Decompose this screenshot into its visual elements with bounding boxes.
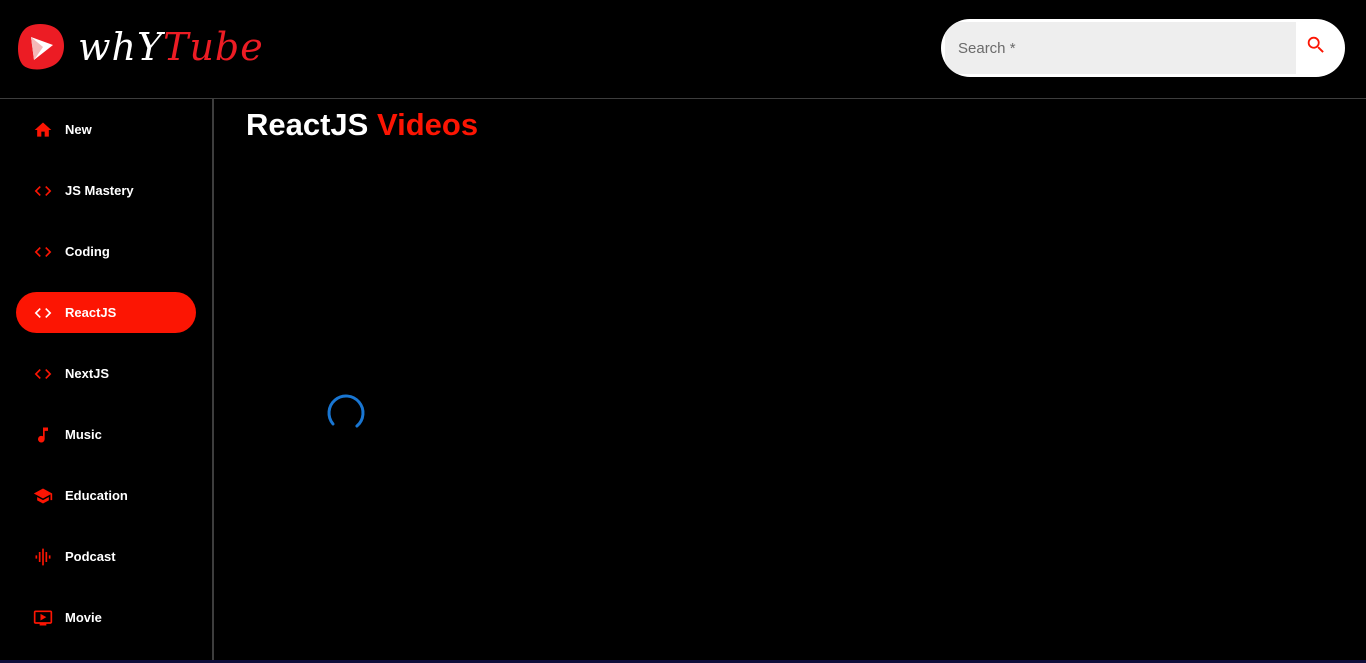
code-icon <box>32 302 54 324</box>
brand-logo-link[interactable]: whYTube <box>14 20 264 74</box>
sidebar-item-label: NextJS <box>65 366 110 381</box>
app-header: whYTube <box>0 0 1366 99</box>
sidebar-item-nextjs[interactable]: NextJS <box>16 353 196 394</box>
page-title-category: ReactJS <box>246 107 369 142</box>
sidebar-item-label: Education <box>65 488 128 503</box>
loading-spinner-icon <box>327 394 365 432</box>
category-sidebar: New JS Mastery Coding ReactJS NextJS Mus… <box>0 99 214 663</box>
sidebar-item-label: Movie <box>65 610 102 625</box>
sidebar-item-label: New <box>65 122 92 137</box>
sidebar-item-js-mastery[interactable]: JS Mastery <box>16 170 196 211</box>
sidebar-item-label: JS Mastery <box>65 183 134 198</box>
graphic-eq-icon <box>32 546 54 568</box>
music-note-icon <box>32 424 54 446</box>
search-icon <box>1307 36 1324 53</box>
tv-icon <box>32 607 54 629</box>
sidebar-item-coding[interactable]: Coding <box>16 231 196 272</box>
logo-icon <box>18 24 64 70</box>
search-bar <box>941 19 1345 77</box>
sidebar-item-label: Podcast <box>65 549 116 564</box>
sidebar-item-label: Coding <box>65 244 110 259</box>
brand-name-prefix: whY <box>78 25 164 69</box>
page-title-suffix: Videos <box>376 107 479 142</box>
home-icon <box>32 119 54 141</box>
page-title: ReactJS Videos <box>246 107 478 143</box>
brand-name-suffix: Tube <box>163 25 264 69</box>
sidebar-item-music[interactable]: Music <box>16 414 196 455</box>
code-icon <box>32 363 54 385</box>
brand-name: whYTube <box>78 28 264 66</box>
search-input[interactable] <box>945 22 1296 74</box>
sidebar-item-label: Music <box>65 427 102 442</box>
sidebar-item-label: ReactJS <box>65 305 117 320</box>
sidebar-item-new[interactable]: New <box>16 109 196 150</box>
code-icon <box>32 180 54 202</box>
code-icon <box>32 241 54 263</box>
sidebar-item-reactjs[interactable]: ReactJS <box>16 292 196 333</box>
sidebar-item-education[interactable]: Education <box>16 475 196 516</box>
search-button[interactable] <box>1296 22 1340 74</box>
sidebar-item-movie[interactable]: Movie <box>16 597 196 638</box>
sidebar-item-podcast[interactable]: Podcast <box>16 536 196 577</box>
school-icon <box>32 485 54 507</box>
